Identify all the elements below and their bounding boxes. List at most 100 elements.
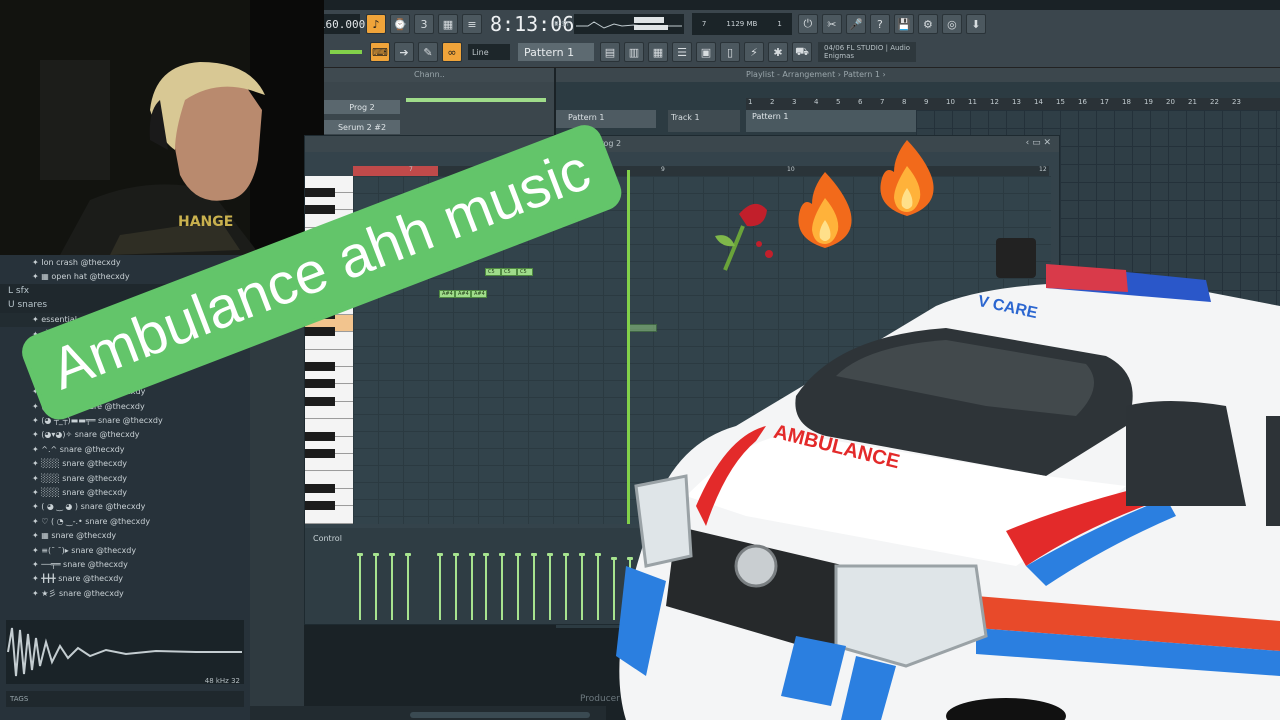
- tools-icon[interactable]: ✱: [768, 42, 788, 62]
- playlist-ruler: 1 2 3 4 5 6 7 8 9 10 11 12 13 14 15 16 17 18 19 20 21 22 23: [746, 98, 1280, 110]
- typing-keyboard-icon[interactable]: ⌨: [370, 42, 390, 62]
- velocity-bar[interactable]: [563, 553, 569, 620]
- arrow-icon[interactable]: ➔: [394, 42, 414, 62]
- cart-icon[interactable]: ⛟: [792, 42, 812, 62]
- piano-black-key[interactable]: [305, 501, 335, 511]
- browser-item[interactable]: ✦ (◕ ┬_┬)➡ snare @thecxdy: [0, 399, 250, 413]
- browser-item[interactable]: ✦ ░░░ snare @thecxdy: [0, 456, 250, 470]
- link-icon[interactable]: ∞: [442, 42, 462, 62]
- snap-line-select[interactable]: Line: [468, 44, 510, 60]
- piano-black-key[interactable]: [305, 449, 335, 458]
- channel-button-serum[interactable]: Serum 2 #2: [324, 120, 400, 134]
- control-label[interactable]: Control: [313, 534, 342, 543]
- blend-notes-icon[interactable]: ≡: [462, 14, 482, 34]
- playlist-ruler-number: 15: [1056, 98, 1065, 106]
- sample-waveform-preview: [6, 620, 244, 684]
- piano-note[interactable]: C5: [517, 268, 533, 276]
- velocity-bar[interactable]: [483, 553, 489, 620]
- browser-item[interactable]: ✦ ( ◕ ‿ ◕ ) snare @thecxdy: [0, 500, 250, 514]
- tags-field[interactable]: TAGS: [6, 691, 244, 707]
- velocity-bar[interactable]: [515, 553, 521, 620]
- power-icon[interactable]: ⏻: [797, 14, 818, 34]
- piano-note[interactable]: A#4: [455, 290, 471, 298]
- playlist-ruler-number: 22: [1210, 98, 1219, 106]
- browser-icon[interactable]: ▣: [696, 42, 716, 62]
- piano-note[interactable]: C5: [501, 268, 517, 276]
- window-controls[interactable]: ‹ ▭ ✕: [1026, 138, 1051, 148]
- help-icon[interactable]: ?: [869, 14, 890, 34]
- browser-item[interactable]: ✦ Ion crash @thecxdy: [0, 255, 250, 269]
- mixer-icon[interactable]: ☰: [672, 42, 692, 62]
- channel-pattern-preview: [406, 98, 546, 102]
- mic-icon[interactable]: 🎤: [845, 14, 866, 34]
- piano-note[interactable]: A#4: [439, 290, 455, 298]
- piano-black-key[interactable]: [305, 483, 335, 493]
- browser-item[interactable]: ✦ ≡(¯ ¯)▸ snare @thecxdy: [0, 543, 250, 557]
- song-position-clock: 8:13:06: [490, 12, 574, 36]
- playlist-ruler-number: 4: [814, 98, 819, 106]
- browser-item[interactable]: ✦ ──╤═ snare @thecxdy: [0, 557, 250, 571]
- piano-roll-icon[interactable]: ▥: [624, 42, 644, 62]
- browser-item[interactable]: ✦ ░░░ snare @thecxdy: [0, 485, 250, 499]
- browser-item[interactable]: ✦ ^.^ snare @thecxdy: [0, 442, 250, 456]
- velocity-bar[interactable]: [499, 553, 505, 620]
- velocity-bar[interactable]: [531, 553, 537, 620]
- piano-black-key[interactable]: [305, 379, 335, 389]
- piano-black-key[interactable]: [305, 396, 335, 406]
- draw-icon[interactable]: ✎: [418, 42, 438, 62]
- plug-icon[interactable]: ⚡: [744, 42, 764, 62]
- download-icon[interactable]: ⬇: [965, 14, 986, 34]
- playlist-clip[interactable]: Pattern 1: [746, 110, 916, 132]
- producer-text: Producer: [580, 694, 620, 704]
- piano-black-key[interactable]: [305, 327, 335, 337]
- browser-item[interactable]: ✦ ╋╋╋ snare @thecxdy: [0, 572, 250, 586]
- velocity-bar[interactable]: [357, 553, 363, 620]
- piano-black-key[interactable]: [305, 431, 335, 441]
- channel-rack-window: Chann.. Prog 2 Serum 2 #2: [324, 68, 554, 142]
- taskbar-item[interactable]: [410, 712, 590, 718]
- playlist-ruler-numbers: 1 2 3 4 5 6 7 8 9 10 11 12 13 14 15 16 17 18 19 20 21 22 23: [746, 98, 1280, 110]
- browser-item[interactable]: ✦ ▦ snare @thecxdy: [0, 528, 250, 542]
- piano-black-key[interactable]: [305, 188, 335, 197]
- save-icon[interactable]: 💾: [893, 14, 914, 34]
- metronome-icon[interactable]: ♪: [366, 14, 386, 34]
- file-icon[interactable]: ▯: [720, 42, 740, 62]
- count-in-icon[interactable]: 3: [414, 14, 434, 34]
- velocity-bar[interactable]: [405, 553, 411, 620]
- velocity-bar[interactable]: [469, 553, 475, 620]
- piano-note[interactable]: A#4: [471, 290, 487, 298]
- browser-item[interactable]: ✦ (◕ ┬_┬)▬▬╤═ snare @thecxdy: [0, 413, 250, 427]
- velocity-bar[interactable]: [579, 553, 585, 620]
- browser-item[interactable]: ✦ (◕▾◕)✧ snare @thecxdy: [0, 428, 250, 442]
- plugin-icon[interactable]: ⚙: [917, 14, 938, 34]
- master-volume-slider[interactable]: [330, 50, 362, 54]
- track-header[interactable]: Track 1: [668, 110, 740, 132]
- chat-icon[interactable]: ◎: [941, 14, 962, 34]
- browser-item[interactable]: ✦ ░░░ snare @thecxdy: [0, 471, 250, 485]
- playlist-icon[interactable]: ▤: [600, 42, 620, 62]
- svg-text:HANGE: HANGE: [178, 214, 233, 230]
- pattern-selector[interactable]: Pattern 1: [518, 43, 594, 61]
- velocity-bar[interactable]: [389, 553, 395, 620]
- tempo-display[interactable]: 160.000: [319, 14, 365, 34]
- wait-input-icon[interactable]: ⌚: [390, 14, 410, 34]
- fl-news-panel[interactable]: 04/06 FL STUDIO | Audio Enigmas: [818, 42, 917, 62]
- velocity-bar[interactable]: [437, 553, 443, 620]
- cut-icon[interactable]: ✂: [821, 14, 842, 34]
- playlist-ruler-number: 12: [990, 98, 999, 106]
- browser-item[interactable]: ✦ ♡ ( ◔ ‿-.• snare @thecxdy: [0, 514, 250, 528]
- piano-black-key[interactable]: [305, 205, 335, 215]
- channel-rack-icon[interactable]: ▦: [648, 42, 668, 62]
- velocity-bar[interactable]: [453, 553, 459, 620]
- velocity-bar[interactable]: [547, 553, 553, 620]
- browser-item[interactable]: ✦ ★彡 snare @thecxdy: [0, 586, 250, 600]
- step-edit-icon[interactable]: ▦: [438, 14, 458, 34]
- velocity-bar[interactable]: [373, 553, 379, 620]
- memory-usage: 1129 MB: [726, 20, 758, 28]
- piano-roll-ruler-numbers: 789101112: [353, 166, 1049, 176]
- piano-black-key[interactable]: [305, 362, 335, 371]
- piano-note[interactable]: C5: [485, 268, 501, 276]
- pattern-list-item[interactable]: Pattern 1: [556, 110, 656, 128]
- velocity-bar[interactable]: [595, 553, 601, 620]
- channel-button-prog2[interactable]: Prog 2: [324, 100, 400, 114]
